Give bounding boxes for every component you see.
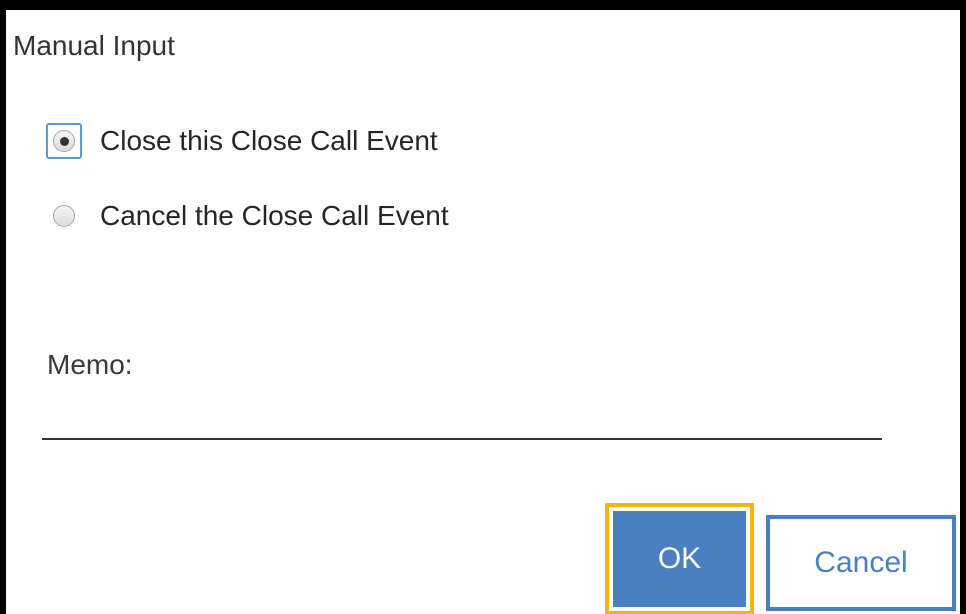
option-close-event[interactable]: Close this Close Call Event xyxy=(46,121,438,161)
cancel-event-radio[interactable] xyxy=(53,205,75,227)
memo-label: Memo: xyxy=(47,349,133,380)
memo-input[interactable] xyxy=(42,402,882,440)
dialog-title: Manual Input xyxy=(13,30,175,61)
cancel-event-label[interactable]: Cancel the Close Call Event xyxy=(100,199,449,233)
radio-wrap xyxy=(46,198,82,234)
radio-focus-ring xyxy=(46,123,82,159)
cancel-button[interactable]: Cancel xyxy=(766,515,956,611)
close-event-radio[interactable] xyxy=(53,130,75,152)
ok-button-focus-outline: OK xyxy=(605,503,754,614)
close-event-label[interactable]: Close this Close Call Event xyxy=(100,124,438,158)
option-cancel-event[interactable]: Cancel the Close Call Event xyxy=(46,196,449,236)
manual-input-dialog: Manual Input Close this Close Call Event… xyxy=(0,0,966,614)
ok-button[interactable]: OK xyxy=(613,511,746,607)
radio-selected-dot xyxy=(59,136,69,146)
